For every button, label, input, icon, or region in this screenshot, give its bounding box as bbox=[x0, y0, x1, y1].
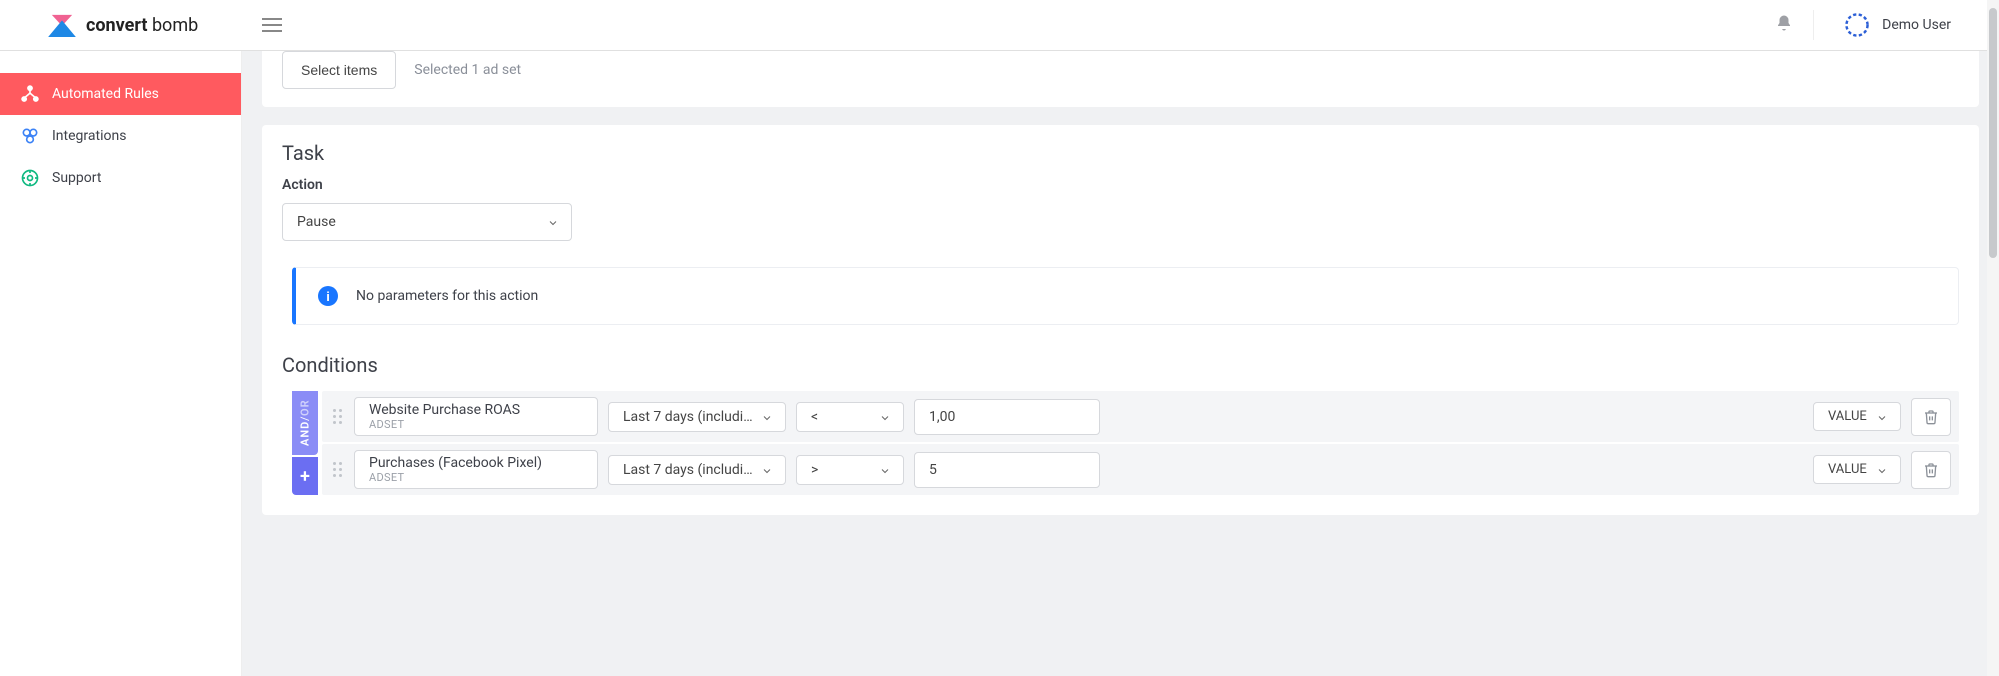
scrollbar[interactable] bbox=[1987, 0, 1999, 676]
info-icon: i bbox=[318, 286, 338, 306]
period-value: Last 7 days (includin... bbox=[623, 462, 753, 478]
scrollbar-thumb[interactable] bbox=[1989, 8, 1997, 258]
avatar-icon bbox=[1842, 10, 1872, 40]
chevron-down-icon bbox=[1876, 465, 1886, 475]
info-text: No parameters for this action bbox=[356, 288, 538, 304]
action-label: Action bbox=[282, 177, 1959, 193]
user-name: Demo User bbox=[1882, 17, 1951, 33]
and-or-column: AND / OR + bbox=[292, 391, 318, 495]
period-select[interactable]: Last 7 days (includin... bbox=[608, 455, 786, 485]
sidebar-item-automated-rules[interactable]: Automated Rules bbox=[0, 73, 241, 115]
sidebar-item-label: Integrations bbox=[52, 128, 126, 144]
delete-condition-button[interactable] bbox=[1911, 398, 1951, 436]
operator-value: > bbox=[811, 462, 818, 478]
metric-select[interactable]: Purchases (Facebook Pixel) ADSET bbox=[354, 450, 598, 489]
app-header: convert bomb Demo User bbox=[0, 0, 1999, 51]
value-input[interactable] bbox=[914, 452, 1100, 488]
rules-icon bbox=[20, 84, 40, 104]
condition-rows: Website Purchase ROAS ADSET Last 7 days … bbox=[322, 391, 1959, 495]
value-input[interactable] bbox=[914, 399, 1100, 435]
logo-text: convert bomb bbox=[86, 15, 198, 36]
logo[interactable]: convert bomb bbox=[0, 0, 242, 50]
metric-name: Purchases (Facebook Pixel) bbox=[369, 455, 542, 471]
condition-row: Website Purchase ROAS ADSET Last 7 days … bbox=[322, 391, 1959, 442]
operator-value: < bbox=[811, 409, 818, 425]
chevron-down-icon bbox=[761, 465, 771, 475]
value-type-value: VALUE bbox=[1828, 462, 1867, 477]
menu-toggle-icon[interactable] bbox=[262, 18, 282, 32]
main-content: Select items Selected 1 ad set Task Acti… bbox=[242, 51, 1999, 676]
notifications-icon[interactable] bbox=[1775, 14, 1793, 36]
operator-select[interactable]: < bbox=[796, 402, 904, 432]
header-divider bbox=[1813, 10, 1814, 40]
chevron-down-icon bbox=[1876, 412, 1886, 422]
sidebar-item-label: Automated Rules bbox=[52, 86, 159, 102]
value-type-select[interactable]: VALUE bbox=[1813, 455, 1901, 484]
chevron-down-icon bbox=[879, 412, 889, 422]
conditions-title: Conditions bbox=[282, 353, 1959, 377]
value-type-value: VALUE bbox=[1828, 409, 1867, 424]
integrations-icon bbox=[20, 126, 40, 146]
period-select[interactable]: Last 7 days (includin... bbox=[608, 402, 786, 432]
add-condition-button[interactable]: + bbox=[292, 457, 318, 495]
sidebar: Automated Rules Integrations Support bbox=[0, 51, 242, 676]
sidebar-item-support[interactable]: Support bbox=[0, 157, 241, 199]
conditions-group: AND / OR + Websi bbox=[292, 391, 1959, 495]
user-menu[interactable]: Demo User bbox=[1834, 6, 1959, 44]
metric-select[interactable]: Website Purchase ROAS ADSET bbox=[354, 397, 598, 436]
and-or-toggle[interactable]: AND / OR bbox=[292, 391, 318, 455]
selected-count-text: Selected 1 ad set bbox=[414, 62, 521, 78]
select-items-button[interactable]: Select items bbox=[282, 51, 396, 89]
operator-select[interactable]: > bbox=[796, 455, 904, 485]
metric-name: Website Purchase ROAS bbox=[369, 402, 520, 418]
metric-level: ADSET bbox=[369, 471, 404, 484]
period-value: Last 7 days (includin... bbox=[623, 409, 753, 425]
support-icon bbox=[20, 168, 40, 188]
chevron-down-icon bbox=[761, 412, 771, 422]
scope-card: Select items Selected 1 ad set bbox=[262, 51, 1979, 107]
sidebar-item-label: Support bbox=[52, 170, 101, 186]
chevron-down-icon bbox=[547, 217, 557, 227]
condition-row: Purchases (Facebook Pixel) ADSET Last 7 … bbox=[322, 444, 1959, 495]
metric-level: ADSET bbox=[369, 418, 404, 431]
value-type-select[interactable]: VALUE bbox=[1813, 402, 1901, 431]
sidebar-item-integrations[interactable]: Integrations bbox=[0, 115, 241, 157]
info-panel: i No parameters for this action bbox=[292, 267, 1959, 325]
drag-handle-icon[interactable] bbox=[330, 409, 344, 424]
delete-condition-button[interactable] bbox=[1911, 451, 1951, 489]
chevron-down-icon bbox=[879, 465, 889, 475]
drag-handle-icon[interactable] bbox=[330, 462, 344, 477]
task-title: Task bbox=[282, 141, 1959, 165]
header-right: Demo User bbox=[1775, 6, 1999, 44]
action-select-value: Pause bbox=[297, 214, 336, 230]
logo-icon bbox=[48, 13, 76, 37]
task-card: Task Action Pause i No parameters for th… bbox=[262, 125, 1979, 515]
action-select[interactable]: Pause bbox=[282, 203, 572, 241]
